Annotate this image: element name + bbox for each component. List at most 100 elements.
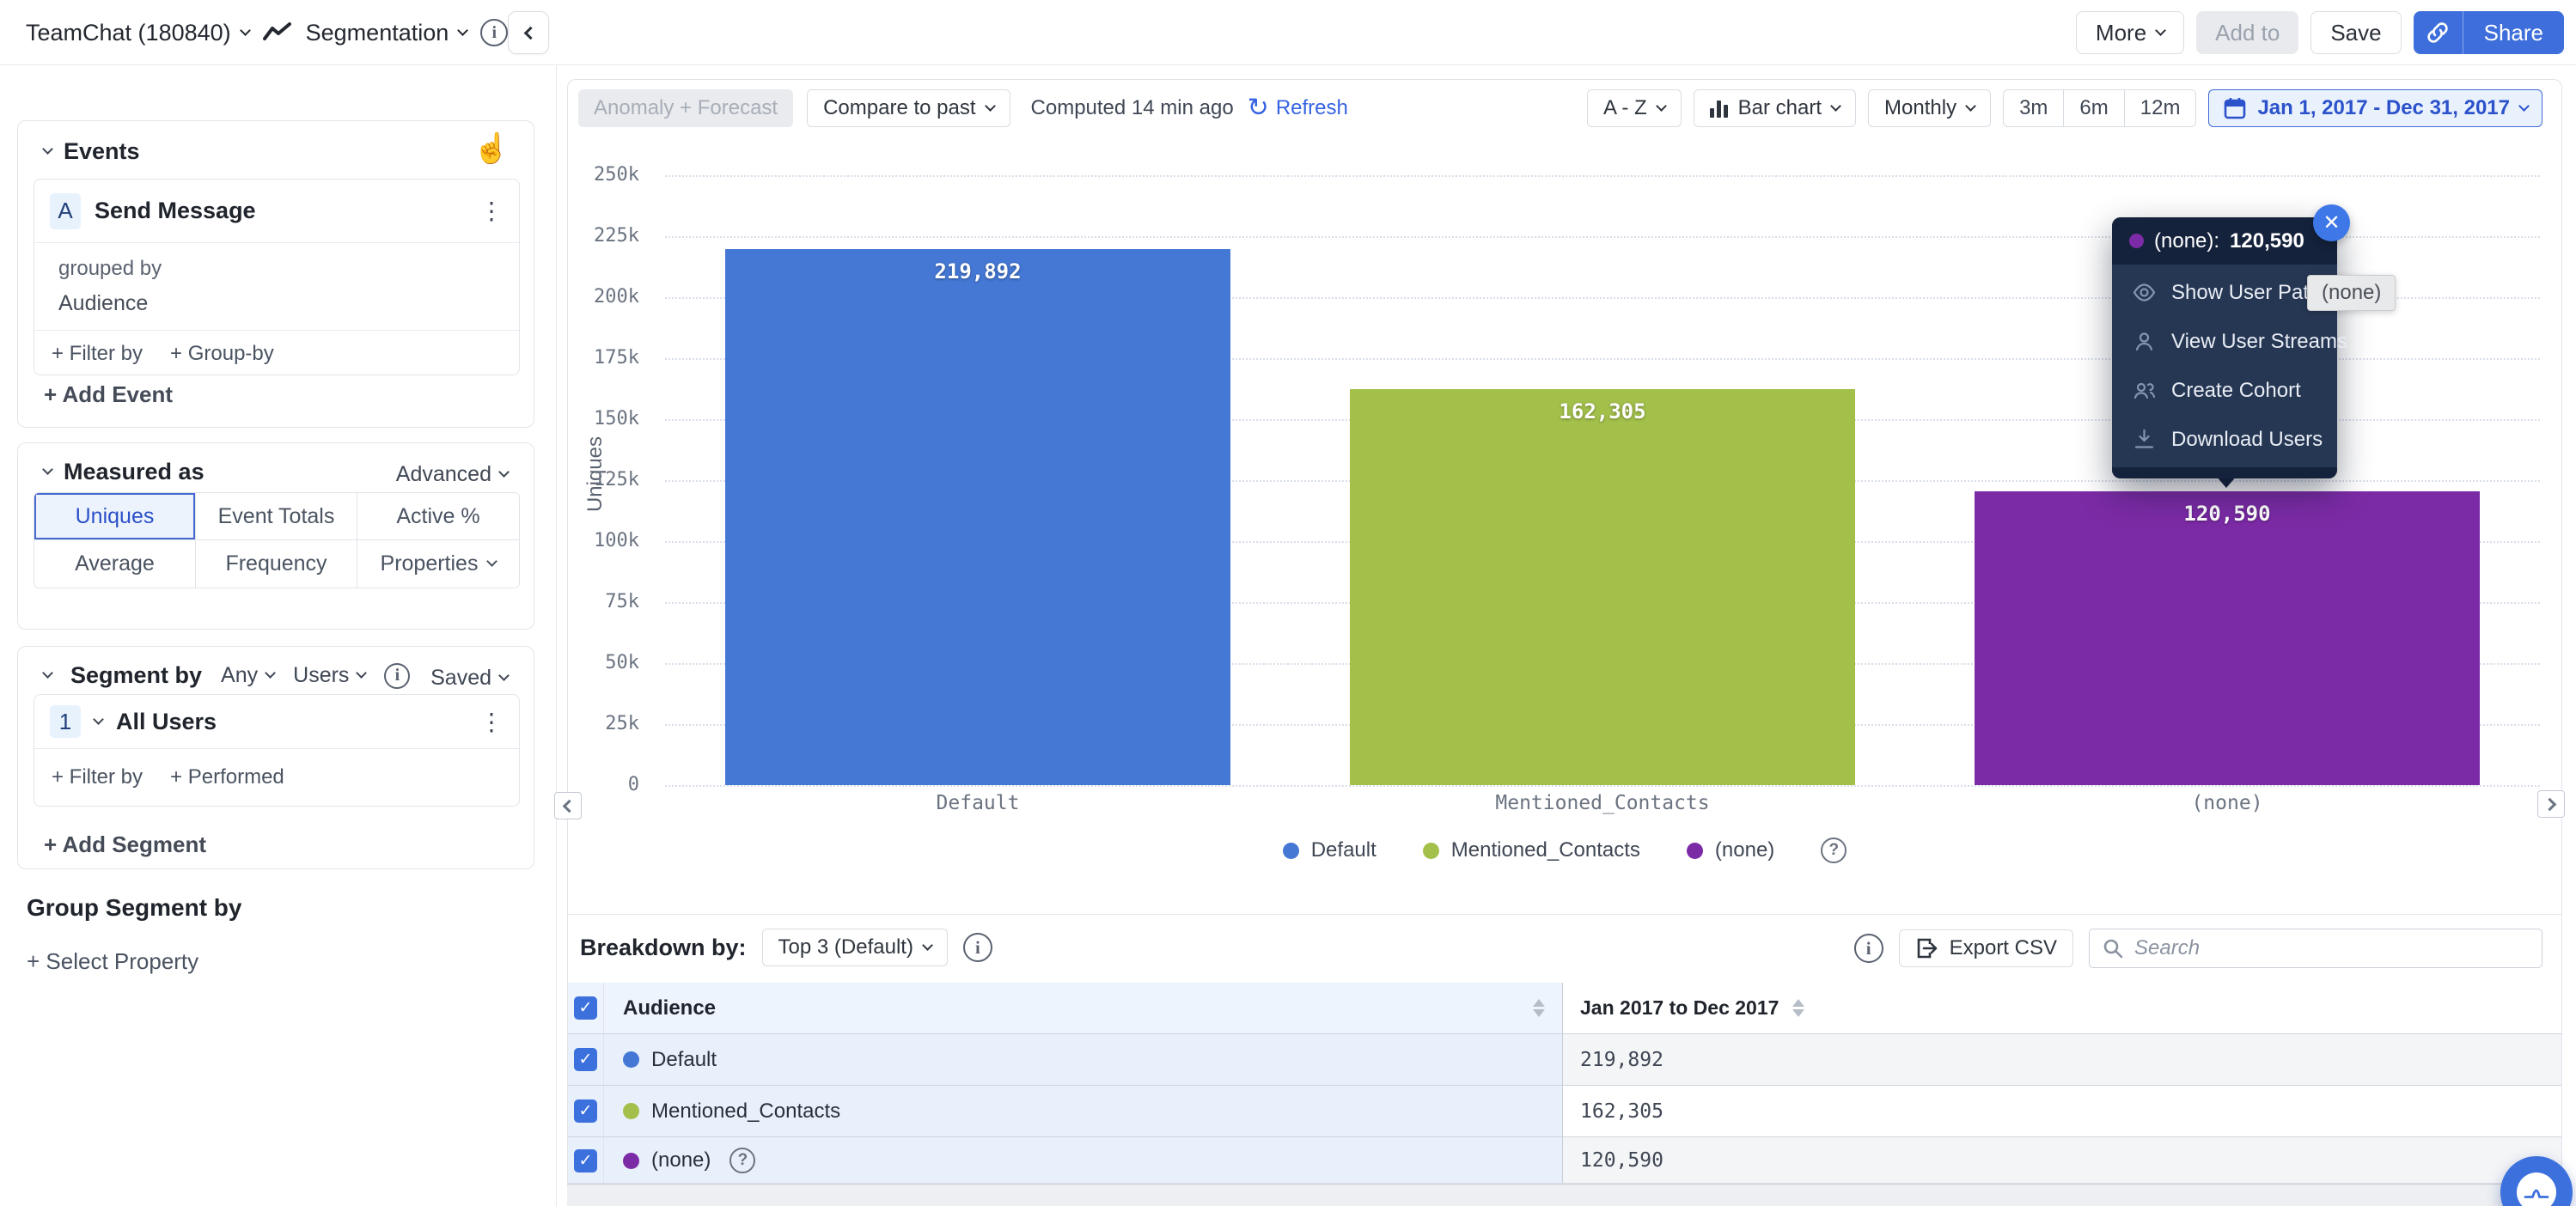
legend-item-none[interactable]: (none) (1687, 838, 1774, 862)
measure-active-pct[interactable]: Active % (357, 493, 519, 540)
sidebar-collapse-button[interactable] (508, 11, 549, 54)
table-footer-strip (567, 1184, 2562, 1206)
kebab-menu-icon[interactable]: ⋮ (479, 197, 504, 225)
info-icon[interactable]: i (384, 663, 410, 689)
download-icon (2133, 428, 2156, 451)
share-label: Share (2484, 20, 2543, 46)
range-6m-button[interactable]: 6m (2064, 90, 2124, 126)
y-tick: 75k (568, 591, 639, 612)
add-event-link[interactable]: + Add Event (44, 381, 173, 408)
table-row-mentioned-contacts[interactable]: Mentioned_Contacts (604, 1086, 1563, 1137)
add-to-button[interactable]: Add to (2196, 11, 2298, 54)
anomaly-forecast-button[interactable]: Anomaly + Forecast (578, 89, 793, 127)
chevron-down-icon (2155, 25, 2166, 36)
column-header-daterange[interactable]: Jan 2017 to Dec 2017 (1563, 983, 2561, 1034)
collapse-section-icon[interactable] (42, 143, 53, 155)
collapse-section-icon[interactable] (42, 667, 53, 679)
chevron-down-icon (985, 100, 996, 112)
info-icon[interactable]: i (963, 933, 992, 962)
advanced-dropdown[interactable]: Advanced (396, 462, 508, 487)
segment-name[interactable]: All Users (116, 709, 217, 735)
search-icon (2102, 937, 2124, 959)
row-checkbox[interactable]: ✓ (574, 1099, 597, 1123)
range-12m-button[interactable]: 12m (2125, 90, 2196, 126)
bar-none[interactable]: 120,590 (1975, 491, 2480, 785)
info-icon[interactable]: i (1854, 934, 1883, 963)
table-row-none[interactable]: (none) ? (604, 1137, 1563, 1183)
menu-item-view-user-streams[interactable]: View User Streams (2112, 317, 2337, 366)
legend-label: Default (1311, 838, 1377, 862)
measure-average[interactable]: Average (34, 540, 196, 588)
segment-card: 1 All Users ⋮ + Filter by + Performed (34, 694, 520, 807)
breakdown-top-selector[interactable]: Top 3 (Default) (762, 929, 948, 966)
select-property-link[interactable]: + Select Property (27, 948, 198, 975)
add-segment-link[interactable]: + Add Segment (44, 831, 206, 858)
chart-type-button[interactable]: Bar chart (1694, 89, 1856, 127)
filter-by-link[interactable]: + Filter by (52, 342, 143, 366)
row-checkbox[interactable]: ✓ (574, 1149, 597, 1172)
collapse-section-icon[interactable] (42, 464, 53, 475)
bar-value-label: 120,590 (1975, 502, 2480, 526)
measure-label: Properties (381, 551, 479, 576)
menu-item-show-user-paths[interactable]: Show User Paths (2112, 268, 2337, 317)
more-button[interactable]: More (2076, 11, 2184, 54)
compare-to-past-button[interactable]: Compare to past (807, 89, 1010, 127)
event-card: A Send Message ⋮ grouped by Audience + F… (34, 179, 520, 375)
chart-type-selector[interactable]: Segmentation (306, 20, 467, 46)
sort-order-button[interactable]: A - Z (1587, 89, 1682, 127)
event-name[interactable]: Send Message (95, 198, 256, 224)
chart-next-button[interactable] (2537, 790, 2565, 818)
select-all-checkbox[interactable]: ✓ (574, 996, 597, 1020)
legend-item-mentioned-contacts[interactable]: Mentioned_Contacts (1423, 838, 1640, 862)
help-icon[interactable]: ? (729, 1148, 755, 1173)
grouped-by-value[interactable]: Audience (58, 291, 504, 316)
segment-filter-by-link[interactable]: + Filter by (52, 765, 143, 789)
segment-performed-link[interactable]: + Performed (170, 765, 284, 789)
popup-close-button[interactable]: ✕ (2313, 204, 2350, 241)
measure-event-totals[interactable]: Event Totals (196, 493, 357, 540)
kebab-menu-icon[interactable]: ⋮ (479, 708, 504, 736)
measure-label: Frequency (225, 551, 327, 576)
saved-dropdown[interactable]: Saved (430, 666, 508, 691)
legend-item-default[interactable]: Default (1283, 838, 1377, 862)
y-tick: 225k (568, 225, 639, 247)
measure-properties[interactable]: Properties (357, 540, 519, 588)
project-selector[interactable]: TeamChat (180840) (26, 20, 249, 46)
chevron-down-icon[interactable] (93, 714, 104, 725)
refresh-button[interactable]: ↻ Refresh (1248, 95, 1348, 121)
bar-mentioned-contacts[interactable]: 162,305 (1350, 389, 1855, 785)
legend-label: Mentioned_Contacts (1451, 838, 1640, 862)
event-letter-badge: A (50, 193, 81, 229)
chart-prev-button[interactable] (554, 792, 582, 819)
grouped-by-label: grouped by (58, 257, 504, 281)
range-3m-button[interactable]: 3m (2004, 90, 2064, 126)
export-csv-button[interactable]: Export CSV (1899, 929, 2073, 967)
info-icon[interactable]: i (480, 19, 508, 46)
row-checkbox[interactable]: ✓ (574, 1048, 597, 1071)
match-any-dropdown[interactable]: Any (221, 663, 274, 688)
users-dropdown[interactable]: Users (293, 663, 365, 688)
help-icon[interactable]: ? (1821, 838, 1847, 863)
date-range-button[interactable]: Jan 1, 2017 - Dec 31, 2017 (2208, 89, 2542, 127)
table-row-default[interactable]: Default (604, 1034, 1563, 1086)
granularity-button[interactable]: Monthly (1868, 89, 1991, 127)
copy-link-button[interactable] (2414, 11, 2463, 54)
group-by-link[interactable]: + Group-by (170, 342, 274, 366)
interactive-demo-icon[interactable]: ☝ (473, 131, 510, 166)
sort-icon[interactable] (1533, 999, 1545, 1017)
measure-frequency[interactable]: Frequency (196, 540, 357, 588)
match-label: Any (221, 663, 258, 688)
popup-series-label: (none): (2154, 229, 2219, 253)
bar-default[interactable]: 219,892 (725, 249, 1230, 785)
column-header-audience[interactable]: Audience (604, 983, 1563, 1034)
refresh-label: Refresh (1276, 96, 1348, 120)
sort-icon[interactable] (1792, 999, 1804, 1017)
search-input[interactable] (2134, 936, 2530, 960)
share-button[interactable]: Share (2463, 11, 2564, 54)
menu-item-create-cohort[interactable]: Create Cohort (2112, 366, 2337, 415)
menu-item-label: Download Users (2171, 428, 2323, 452)
measure-uniques[interactable]: Uniques (34, 493, 196, 540)
row-value-cell: 162,305 (1563, 1086, 2561, 1137)
menu-item-download-users[interactable]: Download Users (2112, 415, 2337, 464)
save-button[interactable]: Save (2310, 11, 2401, 54)
